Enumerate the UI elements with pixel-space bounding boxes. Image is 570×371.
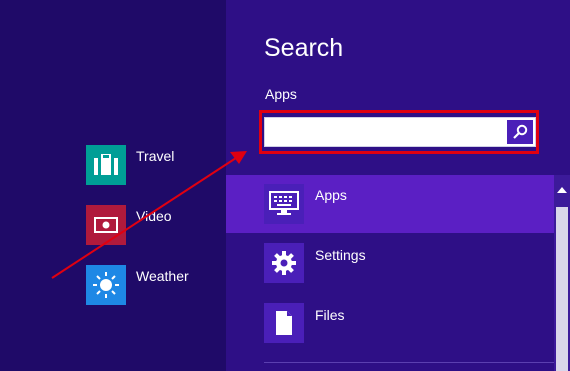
keyboard-icon [269,191,299,215]
files-item-label: Files [315,307,345,323]
weather-tile[interactable] [86,265,126,305]
chevron-up-icon [557,187,567,193]
annotation-highlight-box [259,110,539,154]
travel-tile[interactable] [86,145,126,185]
settings-item-label: Settings [315,247,366,263]
start-screen-tiles: Travel Video Weather [0,0,226,371]
search-charm-pane: Search Apps Apps Settings Files [226,0,570,371]
video-tile[interactable] [86,205,126,245]
scroll-up-button[interactable] [554,175,570,205]
tile-label-video: Video [136,208,172,224]
gear-icon [272,251,296,275]
search-scope-settings[interactable]: Settings [226,234,554,292]
suitcase-icon [94,154,118,175]
scrollbar-thumb[interactable] [556,207,568,371]
page-title: Search [264,34,344,62]
tile-label-weather: Weather [136,268,189,284]
scrollbar[interactable] [554,175,570,371]
divider [264,362,570,363]
search-scope-files[interactable]: Files [226,294,554,352]
apps-item-icon [264,184,304,224]
files-item-icon [264,303,304,343]
apps-item-label: Apps [315,187,347,203]
tile-label-travel: Travel [136,148,175,164]
search-scope-apps[interactable]: Apps [226,175,554,233]
search-scope-label: Apps [265,86,297,102]
sun-icon [93,272,119,298]
video-icon [94,217,118,233]
settings-item-icon [264,243,304,283]
file-icon [276,311,292,335]
